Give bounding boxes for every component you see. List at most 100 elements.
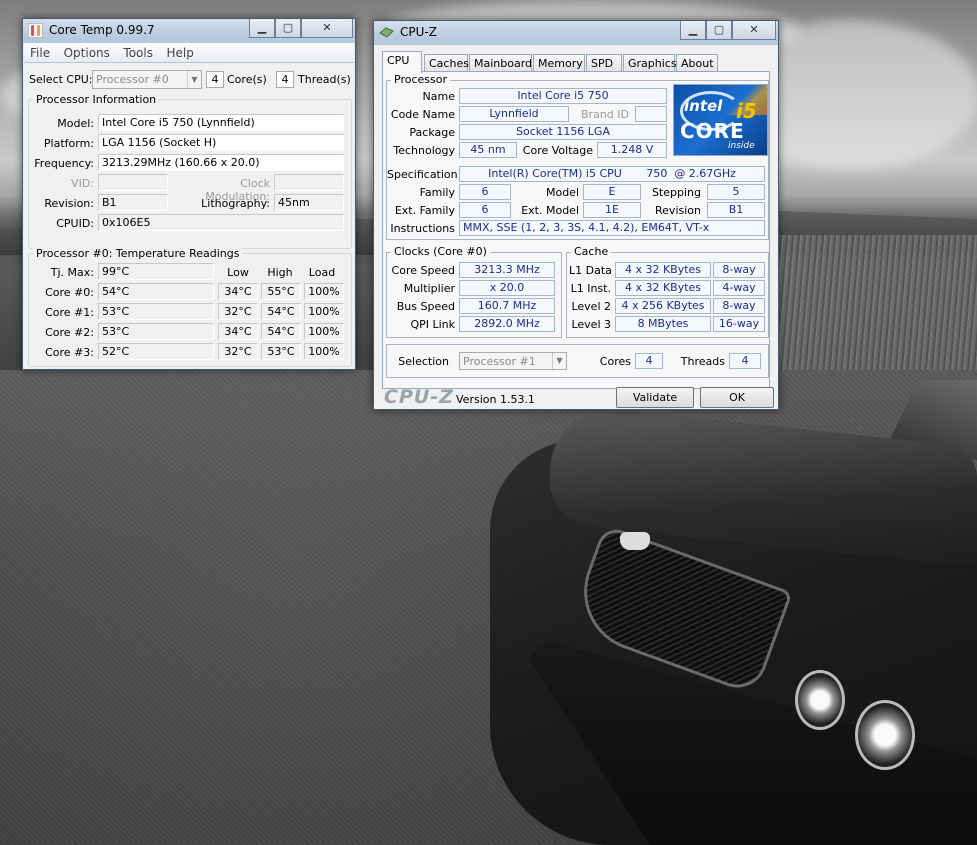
revision-label: Revision: — [44, 197, 94, 210]
tab-caches[interactable]: Caches — [424, 54, 469, 72]
family-value: 6 — [459, 184, 511, 200]
close-button[interactable]: ✕ — [301, 19, 353, 38]
menu-help[interactable]: Help — [160, 43, 197, 60]
maximize-icon: ▢ — [282, 21, 294, 34]
spec-label: Specification — [387, 168, 458, 181]
selection-dropdown[interactable]: Processor #1 ▼ — [459, 352, 567, 370]
core-label: Core #2: — [45, 326, 94, 339]
low-header: Low — [227, 266, 249, 279]
core-high: 55°C — [261, 283, 301, 300]
select-cpu-dropdown[interactable]: Processor #0 ▼ — [92, 70, 202, 89]
select-cpu-value: Processor #0 — [96, 73, 169, 86]
spec-value: Intel(R) Core(TM) i5 CPU 750 @ 2.67GHz — [459, 166, 765, 182]
cache-label: L1 Inst. — [570, 282, 611, 295]
maximize-button[interactable]: ▢ — [706, 21, 732, 40]
intel-core-i5-logo: intel i5 CORE inside — [673, 84, 768, 156]
cache-label: L1 Data — [569, 264, 612, 277]
minimize-button[interactable]: ▁ — [680, 21, 706, 40]
tab-cpu[interactable]: CPU — [382, 51, 422, 73]
menu-file[interactable]: File — [24, 43, 54, 60]
chevron-down-icon: ▼ — [552, 353, 566, 369]
brandid-value — [635, 106, 667, 122]
coretemp-app-icon — [28, 23, 43, 38]
car-headlight — [855, 700, 915, 770]
tab-about[interactable]: About — [676, 54, 718, 72]
lithography-label: Lithography: — [201, 197, 270, 210]
codename-label: Code Name — [390, 108, 455, 121]
revision-value: B1 — [98, 194, 168, 211]
extfamily-label: Ext. Family — [394, 204, 455, 217]
model-value: E — [583, 184, 641, 200]
corespeed-label: Core Speed — [391, 264, 455, 277]
tab-spd[interactable]: SPD — [586, 54, 622, 72]
instructions-value: MMX, SSE (1, 2, 3, 3S, 4.1, 4.2), EM64T,… — [459, 220, 765, 236]
cache-way: 8-way — [713, 262, 765, 278]
close-icon: ✕ — [322, 21, 332, 34]
cpuz-window: CPU-Z ▁ ▢ ✕ CPU Caches Mainboard Memory … — [373, 20, 779, 410]
core-low: 34°C — [218, 323, 258, 340]
coretemp-content: Select CPU: Processor #0 ▼ 4 Core(s) 4 T… — [24, 63, 354, 368]
cpuid-value: 0x106E5 — [98, 214, 344, 231]
tab-mainboard[interactable]: Mainboard — [469, 54, 532, 72]
cache-size: 8 MBytes — [615, 316, 711, 332]
core-high: 54°C — [261, 323, 301, 340]
lithography-value: 45nm — [274, 194, 344, 211]
tab-graphics[interactable]: Graphics — [623, 54, 677, 72]
model-label: Model — [545, 186, 579, 199]
cache-way: 16-way — [713, 316, 765, 332]
corevoltage-label: Core Voltage — [522, 144, 593, 157]
minimize-button[interactable]: ▁ — [249, 19, 275, 38]
vid-value — [98, 174, 168, 191]
core-high: 53°C — [261, 343, 301, 360]
tjmax-label: Tj. Max: — [50, 266, 94, 279]
stepping-value: 5 — [707, 184, 765, 200]
extfamily-value: 6 — [459, 202, 511, 218]
codename-value: Lynnfield — [459, 106, 569, 122]
menu-options[interactable]: Options — [58, 43, 114, 60]
instructions-label: Instructions — [390, 222, 455, 235]
cpuz-titlebar[interactable]: CPU-Z ▁ ▢ ✕ — [374, 21, 778, 45]
corevoltage-value: 1.248 V — [597, 142, 667, 158]
threads-label: Threads — [680, 355, 725, 368]
validate-button[interactable]: Validate — [616, 387, 694, 408]
processor-info-title: Processor Information — [33, 93, 160, 106]
name-label: Name — [422, 90, 455, 103]
cache-size: 4 x 256 KBytes — [615, 298, 711, 314]
core-label: Core #1: — [45, 306, 94, 319]
cache-group-title: Cache — [571, 245, 612, 258]
tab-memory[interactable]: Memory — [533, 54, 585, 72]
cores-value: 4 — [635, 353, 663, 369]
ok-button[interactable]: OK — [700, 387, 774, 408]
window-title: Core Temp 0.99.7 — [49, 23, 155, 37]
clock-modulation-value — [274, 174, 344, 191]
busspeed-value: 160.7 MHz — [459, 298, 555, 314]
select-cpu-label: Select CPU: — [29, 73, 93, 86]
core-low: 32°C — [218, 343, 258, 360]
temperature-group-title: Processor #0: Temperature Readings — [33, 247, 243, 260]
high-header: High — [267, 266, 293, 279]
close-button[interactable]: ✕ — [732, 21, 776, 40]
load-header: Load — [308, 266, 336, 279]
cpuid-label: CPUID: — [56, 217, 94, 230]
maximize-button[interactable]: ▢ — [275, 19, 301, 38]
coretemp-titlebar[interactable]: Core Temp 0.99.7 ▁ ▢ ✕ — [23, 19, 355, 43]
threads-value: 4 — [729, 353, 761, 369]
core-load: 100% — [304, 303, 344, 320]
extmodel-value: 1E — [583, 202, 641, 218]
car-headlight — [795, 670, 845, 730]
model-label: Model: — [57, 117, 94, 130]
package-label: Package — [409, 126, 455, 139]
processor-group-title: Processor — [391, 73, 450, 86]
brandid-label: Brand ID — [581, 108, 629, 121]
technology-label: Technology — [393, 144, 455, 157]
car-badge — [620, 532, 650, 550]
tjmax-value: 99°C — [98, 263, 214, 280]
vid-label: VID: — [71, 177, 94, 190]
selection-label: Selection — [398, 355, 449, 368]
menu-tools[interactable]: Tools — [117, 43, 157, 60]
core-low: 32°C — [218, 303, 258, 320]
coretemp-window: Core Temp 0.99.7 ▁ ▢ ✕ File Options Tool… — [22, 18, 356, 370]
window-title: CPU-Z — [400, 25, 437, 39]
busspeed-label: Bus Speed — [396, 300, 455, 313]
maximize-icon: ▢ — [713, 23, 725, 36]
